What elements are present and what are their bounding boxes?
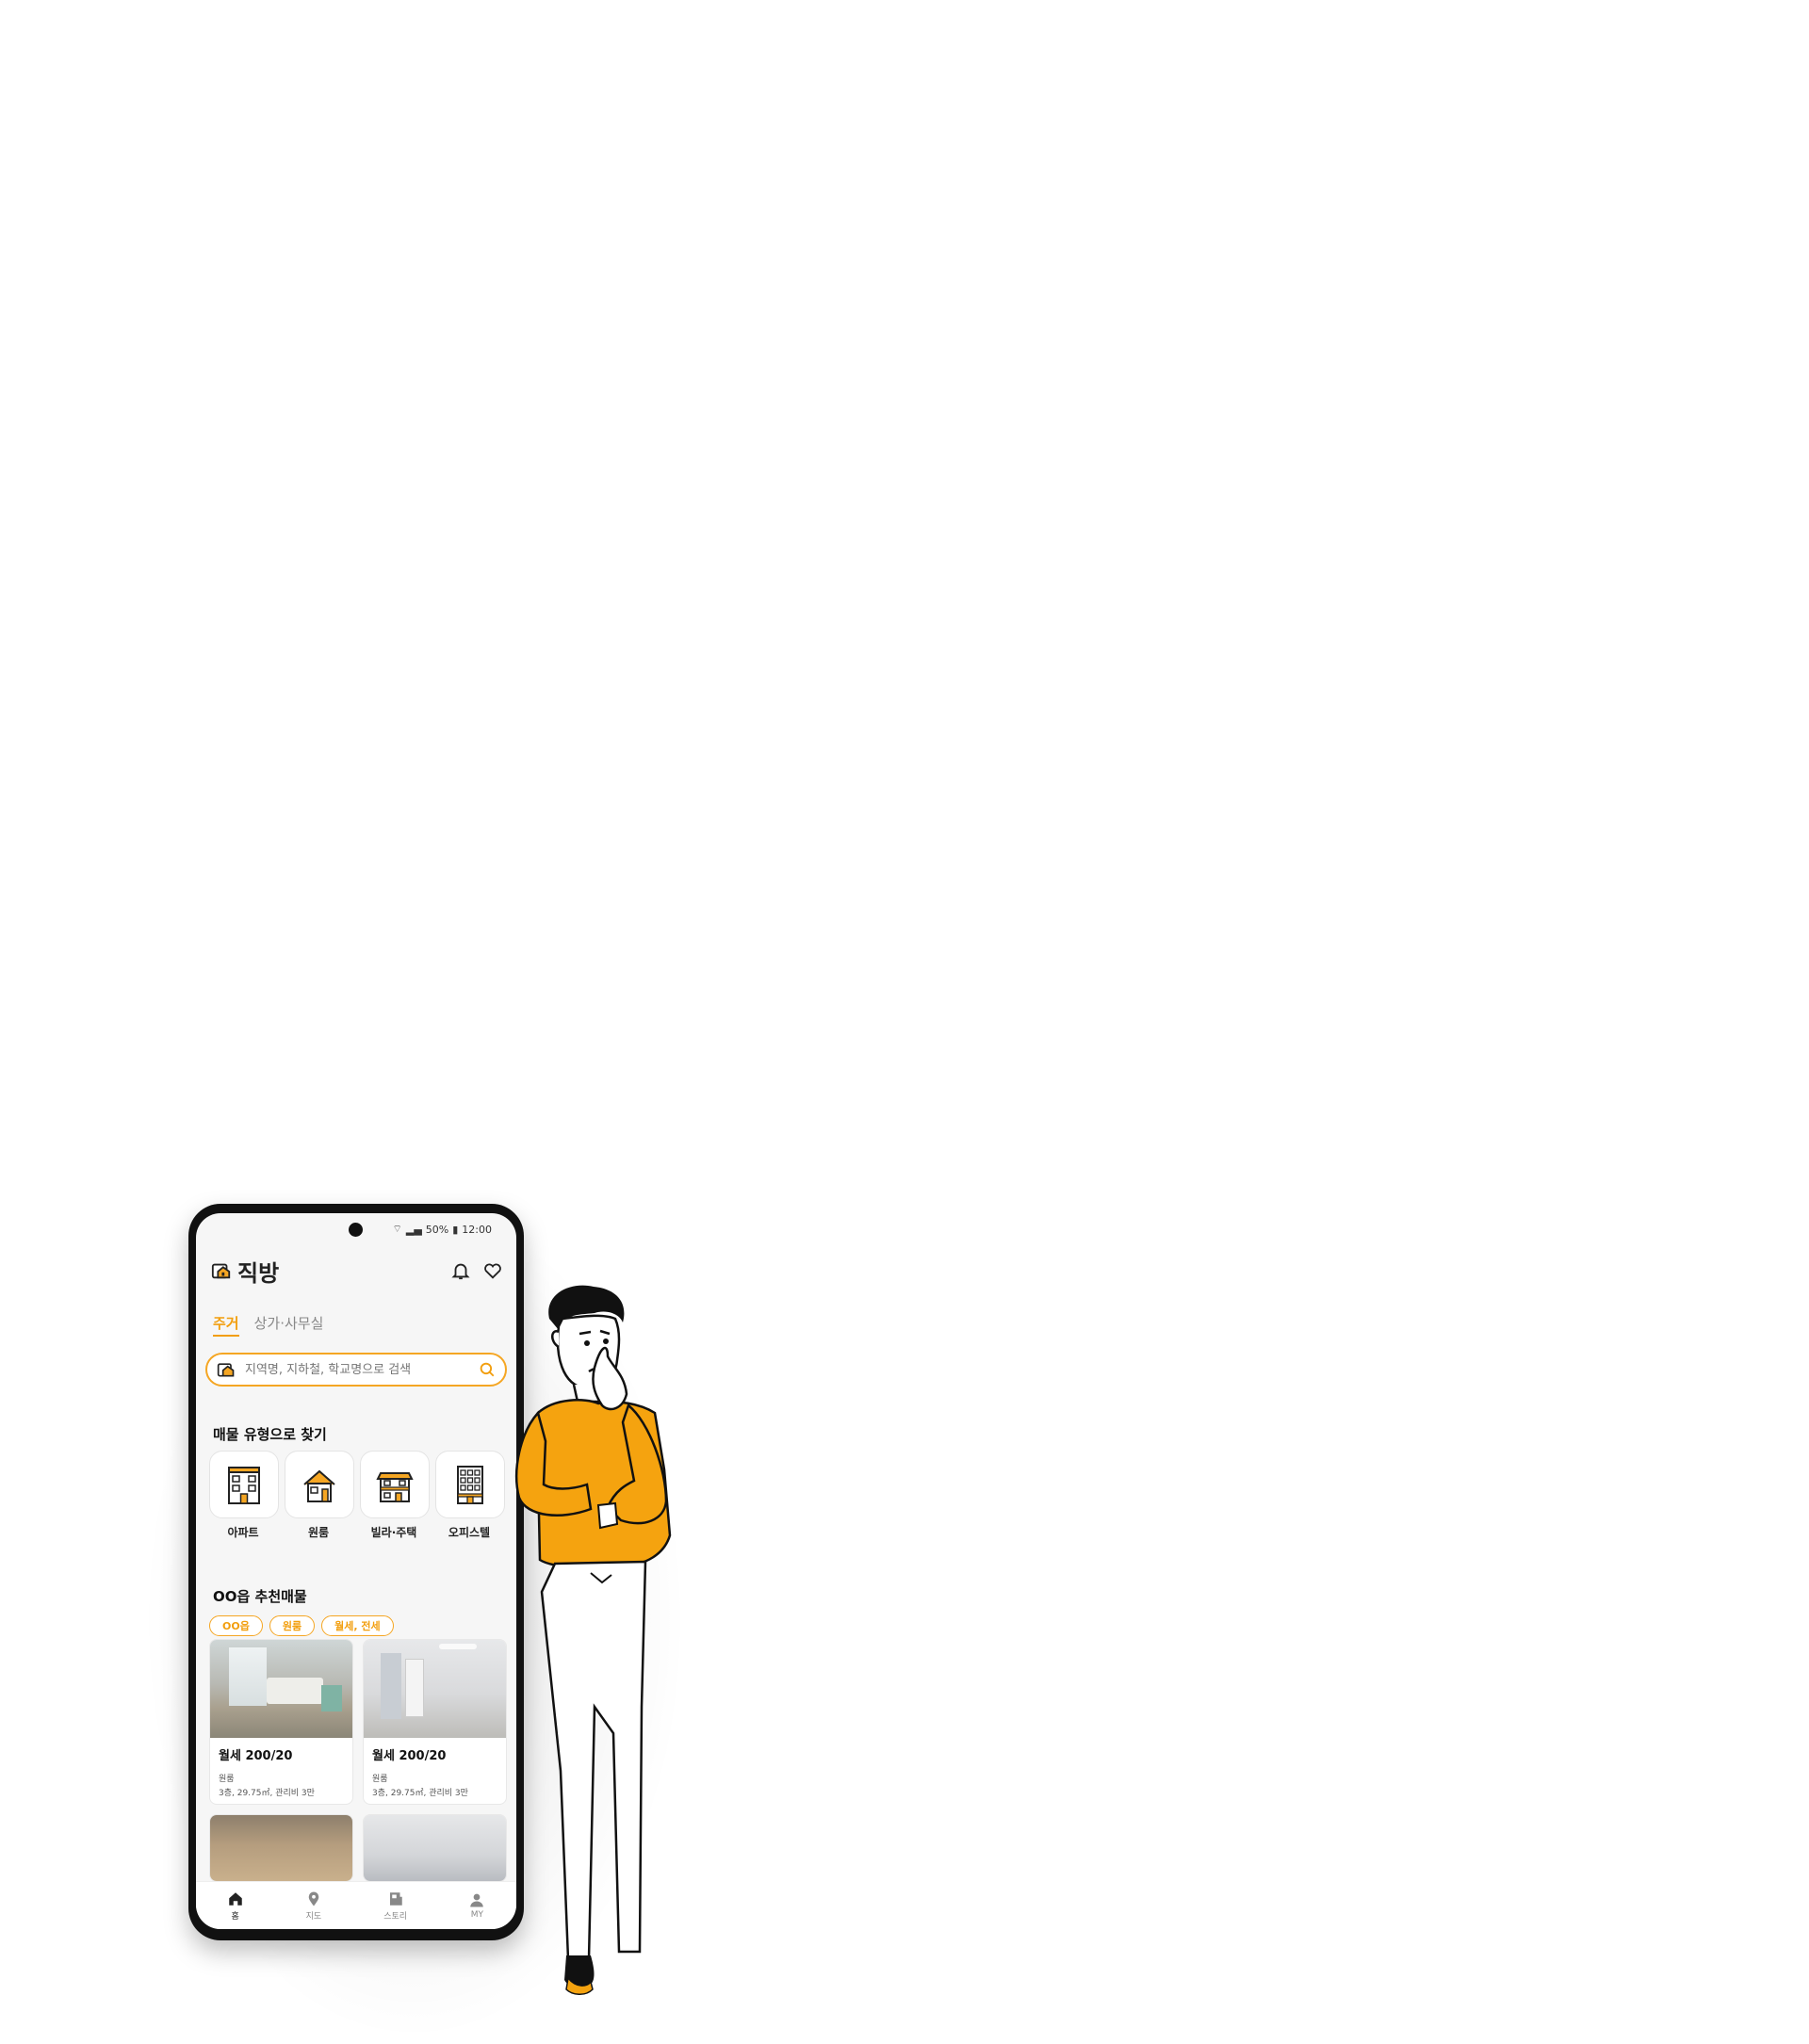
listing-photo: [364, 1815, 506, 1881]
apartment-icon: [228, 1467, 260, 1504]
listing-type: 원룸: [219, 1775, 235, 1784]
heart-icon[interactable]: [482, 1260, 503, 1281]
logo-small-icon: [217, 1363, 235, 1377]
search-icon[interactable]: [479, 1361, 496, 1378]
villa-icon: [376, 1472, 414, 1502]
type-apartment[interactable]: 아파트: [209, 1451, 279, 1540]
thinking-man-illustration: [515, 1285, 672, 1995]
type-oneroom[interactable]: 원룸: [285, 1451, 354, 1540]
listing-type: 원룸: [372, 1775, 388, 1784]
chip-contract[interactable]: 월세, 전세: [321, 1615, 394, 1636]
map-pin-icon: [308, 1891, 319, 1906]
listing-card[interactable]: [363, 1814, 507, 1882]
nav-label: MY: [470, 1910, 483, 1920]
type-label: 원룸: [307, 1526, 330, 1539]
nav-label: 지도: [305, 1911, 322, 1922]
type-villa[interactable]: 빌라·주택: [360, 1451, 430, 1540]
phone-frame: ⌔ ▂▄ 50% ▮ 12:00 직방 주거 상가·사무실 지역명, 지하철, …: [188, 1204, 524, 1940]
battery-icon: ▮: [452, 1223, 459, 1236]
chip-room-type[interactable]: 원룸: [269, 1615, 316, 1636]
bell-icon[interactable]: [450, 1260, 471, 1281]
property-type-title: 매물 유형으로 찾기: [213, 1426, 327, 1443]
type-officetel[interactable]: 오피스텔: [435, 1451, 505, 1540]
listing-card[interactable]: [209, 1814, 353, 1882]
nav-label: 홈: [231, 1911, 239, 1922]
listing-photo: [210, 1640, 352, 1738]
chip-region[interactable]: OO읍: [209, 1615, 263, 1636]
app-title: 직방: [237, 1259, 280, 1287]
tab-commercial[interactable]: 상가·사무실: [254, 1313, 324, 1337]
logo-house-icon: [211, 1263, 231, 1279]
type-label: 빌라·주택: [370, 1526, 417, 1539]
listing-detail: 3층, 29.75㎡, 관리비 3만: [372, 1789, 468, 1798]
type-label: 아파트: [227, 1526, 259, 1539]
type-label: 오피스텔: [448, 1526, 491, 1539]
nav-my[interactable]: MY: [468, 1891, 485, 1920]
app-logo[interactable]: 직방: [211, 1255, 279, 1288]
listing-card[interactable]: 월세 200/20 원룸 3층, 29.75㎡, 관리비 3만: [209, 1639, 353, 1805]
search-input[interactable]: [243, 1361, 471, 1378]
listing-detail: 3층, 29.75㎡, 관리비 3만: [219, 1789, 315, 1798]
house-icon: [303, 1469, 335, 1502]
home-icon: [228, 1891, 242, 1906]
bottom-navigation: 홈 지도 스토리 MY: [196, 1881, 516, 1929]
front-camera: [349, 1223, 363, 1237]
nav-label: 스토리: [383, 1911, 408, 1922]
listing-price: 월세 200/20: [372, 1749, 447, 1763]
filter-chips: OO읍 원룸 월세, 전세: [209, 1615, 394, 1636]
nav-story[interactable]: 스토리: [383, 1890, 407, 1922]
status-bar: ⌔ ▂▄ 50% ▮ 12:00: [393, 1223, 492, 1236]
officetel-icon: [457, 1466, 483, 1504]
listing-card[interactable]: 월세 200/20 원룸 3층, 29.75㎡, 관리비 3만: [363, 1639, 507, 1805]
listing-photo: [364, 1640, 506, 1738]
wifi-icon: ⌔: [392, 1223, 402, 1235]
clock-text: 12:00: [462, 1223, 492, 1236]
property-type-list: 아파트 원룸 빌라·주택 오피스텔: [209, 1451, 505, 1540]
user-icon: [470, 1893, 484, 1907]
battery-text: 50%: [425, 1223, 449, 1236]
tab-bar: 주거 상가·사무실: [213, 1313, 323, 1337]
search-bar[interactable]: [205, 1353, 507, 1387]
story-icon: [389, 1891, 402, 1906]
tab-residential[interactable]: 주거: [213, 1313, 239, 1337]
nav-home[interactable]: 홈: [227, 1890, 244, 1922]
nav-map[interactable]: 지도: [305, 1890, 322, 1922]
listing-price: 월세 200/20: [219, 1749, 293, 1763]
listing-grid: 월세 200/20 원룸 3층, 29.75㎡, 관리비 3만 월세 200/2…: [209, 1639, 507, 1882]
app-screen: ⌔ ▂▄ 50% ▮ 12:00 직방 주거 상가·사무실 지역명, 지하철, …: [196, 1213, 516, 1929]
signal-icon: ▂▄: [405, 1223, 422, 1236]
listing-photo: [210, 1815, 352, 1881]
app-header: 직방: [211, 1255, 503, 1288]
recommend-title: OO읍 추천매물: [213, 1588, 307, 1605]
